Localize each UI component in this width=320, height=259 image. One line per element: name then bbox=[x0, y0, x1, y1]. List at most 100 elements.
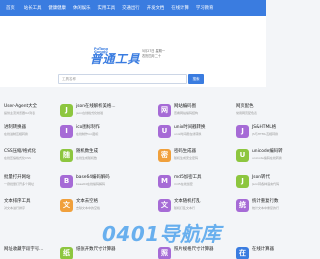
tool-title: 文本去空格 bbox=[76, 199, 98, 204]
nav-item[interactable]: 休闲娱乐 bbox=[73, 5, 91, 11]
tool-title: JS&HTML格 bbox=[252, 125, 277, 130]
tool-card[interactable]: 随随机数生成 在线生成随机数 bbox=[60, 148, 120, 170]
tool-card[interactable]: 进制转换器在线进制互相转换 bbox=[4, 124, 64, 146]
tool-title: 统计重复行数 bbox=[252, 199, 279, 204]
tool-desc: unix时间戳在线转换 bbox=[174, 132, 202, 136]
tool-card[interactable]: Iico图标制作 在线制作ico图标 bbox=[60, 124, 120, 146]
tool-card[interactable]: 网网站编码图查看网站编码结构 bbox=[158, 103, 218, 125]
tool-card[interactable]: User-Agent大全 提供主流浏览器UA列表 bbox=[4, 103, 64, 125]
tool-title: json在线解析美格... bbox=[76, 104, 116, 109]
tool-desc: 一键批量打开多个网址 bbox=[4, 182, 35, 186]
tool-card[interactable]: Bbase64编码解码 base64在线编码解码 bbox=[60, 174, 120, 196]
nav-item[interactable]: 实用工具 bbox=[98, 5, 116, 11]
tool-icon: 纸 bbox=[60, 247, 73, 259]
hero: PuTong GongJu 普通工具 5月27日 星期一 农历四月二十 工具名称 … bbox=[0, 16, 266, 87]
nav-item[interactable]: 在线计算 bbox=[171, 5, 189, 11]
tool-desc: 在线压缩格式化CSS bbox=[4, 156, 31, 160]
search-bar: 工具名称 搜索 bbox=[58, 74, 204, 84]
site-logo[interactable]: PuTong GongJu 普通工具 bbox=[90, 47, 141, 66]
tool-card[interactable]: Mmd5加密工具 md5在线加密 bbox=[158, 174, 218, 196]
tool-icon: M bbox=[158, 175, 171, 188]
tool-title: ico图标制作 bbox=[76, 125, 100, 130]
tool-icon: 随 bbox=[60, 149, 73, 162]
nav-item[interactable]: 交通出行 bbox=[122, 5, 140, 11]
tool-desc: md5在线加密 bbox=[174, 182, 193, 186]
search-input[interactable]: 工具名称 bbox=[58, 74, 187, 84]
tool-title: 网址收藏字段字号... bbox=[4, 247, 44, 252]
tool-desc: JS与HTML互相转换 bbox=[252, 132, 279, 136]
tool-card[interactable]: 在在线计算器 bbox=[236, 246, 296, 259]
tool-desc: json在线格式化校验 bbox=[76, 111, 104, 115]
tool-title: 照片规格尺寸计算器 bbox=[174, 247, 214, 252]
tool-card[interactable]: 文本排序工具 对文本进行排序 bbox=[4, 198, 64, 220]
tool-title: 在线计算器 bbox=[252, 247, 274, 252]
tool-card[interactable]: 密密码生成器 随机生成安全密码 bbox=[158, 148, 218, 170]
tool-title: unix时间戳转换 bbox=[174, 125, 206, 130]
tool-desc: base64在线编码解码 bbox=[76, 182, 105, 186]
nav-item[interactable]: 学习教育 bbox=[196, 5, 214, 11]
tool-card[interactable]: Jjson在线解析美格... json在线格式化校验 bbox=[60, 103, 120, 125]
tool-title: 网站编码图 bbox=[174, 104, 196, 109]
top-nav: 首页 站长工具 健康健康 休闲娱乐 实用工具 交通出行 开发文档 在线计算 学习教育 bbox=[0, 0, 266, 16]
logo-chinese: 普通工具 bbox=[90, 52, 141, 66]
tool-title: 文本排序工具 bbox=[4, 199, 31, 204]
date-lunar: 农历四月二十 bbox=[142, 53, 162, 58]
tool-card[interactable]: CSS压缩/格式化 在线压缩格式化CSS bbox=[4, 148, 64, 170]
tool-title: unicode编码转 bbox=[252, 149, 283, 154]
tool-desc: 在线生成随机数 bbox=[76, 156, 98, 160]
tool-card[interactable]: Uunicode编码转 unicode编码在线转换 bbox=[236, 148, 296, 170]
nav-item[interactable]: 健康健康 bbox=[48, 5, 66, 11]
tool-title: 文本随机打乱 bbox=[174, 199, 201, 204]
tool-card[interactable]: J JS&HTML格 JS与HTML互相转换 bbox=[236, 124, 296, 146]
tool-card[interactable]: Uunix时间戳转换 unix时间戳在线转换 bbox=[158, 124, 218, 146]
tool-card[interactable]: 统统计重复行数 统计文本中重复的行 bbox=[236, 198, 296, 220]
tool-icon: J bbox=[60, 104, 73, 117]
date-block: 5月27日 星期一 农历四月二十 bbox=[142, 49, 165, 58]
tool-title: 网页配色 bbox=[236, 104, 254, 109]
tool-card[interactable]: J Json转代 Json转各种语言代码 bbox=[236, 174, 296, 196]
tool-title: CSS压缩/格式化 bbox=[4, 149, 37, 154]
tool-title: 批量打开网站 bbox=[4, 175, 31, 180]
tool-card[interactable]: 照照片规格尺寸计算器 bbox=[158, 246, 218, 259]
tool-desc: 随机打乱文本行 bbox=[174, 206, 196, 210]
tool-icon: 文 bbox=[60, 199, 73, 212]
tool-desc: 在线进制互相转换 bbox=[4, 132, 29, 136]
tool-desc: 统计文本中重复的行 bbox=[252, 206, 280, 210]
tool-icon: 网 bbox=[158, 104, 171, 117]
tool-icon: U bbox=[158, 125, 171, 138]
search-button[interactable]: 搜索 bbox=[188, 74, 204, 84]
tool-card[interactable]: 网页配色常用网页配色表 bbox=[236, 103, 296, 125]
tool-desc: 去除文本中的空格 bbox=[76, 206, 101, 210]
tool-icon: B bbox=[60, 175, 73, 188]
nav-item[interactable]: 站长工具 bbox=[24, 5, 42, 11]
date-gregorian: 5月27日 星期一 bbox=[142, 49, 166, 53]
tool-desc: 随机生成安全密码 bbox=[174, 156, 199, 160]
tool-card[interactable]: 文文本随机打乱 随机打乱文本行 bbox=[158, 198, 218, 220]
tool-icon: 文 bbox=[158, 199, 171, 212]
tool-icon: J bbox=[236, 125, 249, 138]
tool-icon: 密 bbox=[158, 149, 171, 162]
nav-item[interactable]: 开发文档 bbox=[147, 5, 165, 11]
tool-title: 进制转换器 bbox=[4, 125, 26, 130]
tool-icon: U bbox=[236, 149, 249, 162]
tool-title: 纸张开数尺寸计算器 bbox=[76, 247, 116, 252]
tool-desc: unicode编码在线转换 bbox=[252, 156, 282, 160]
tool-icon: 在 bbox=[236, 247, 249, 259]
tool-desc: 对文本进行排序 bbox=[4, 206, 26, 210]
tool-title: md5加密工具 bbox=[174, 175, 202, 180]
watermark: 0401导航库 bbox=[102, 222, 222, 246]
tool-card[interactable]: 文文本去空格去除文本中的空格 bbox=[60, 198, 120, 220]
tool-title: User-Agent大全 bbox=[4, 104, 37, 109]
tool-desc: 在线制作ico图标 bbox=[76, 132, 99, 136]
tool-desc: 常用网页配色表 bbox=[236, 111, 258, 115]
tool-desc: 查看网站编码结构 bbox=[174, 111, 199, 115]
tool-title: base64编码解码 bbox=[76, 175, 110, 180]
nav-item[interactable]: 首页 bbox=[6, 5, 15, 11]
tool-desc: 提供主流浏览器UA列表 bbox=[4, 111, 36, 115]
tool-card[interactable]: 批量打开网站 一键批量打开多个网址 bbox=[4, 174, 64, 196]
tool-card[interactable]: 网址收藏字段字号... bbox=[4, 246, 64, 259]
tool-card[interactable]: 纸纸张开数尺寸计算器 bbox=[60, 246, 120, 259]
tool-icon: I bbox=[60, 125, 73, 138]
tool-icon: 统 bbox=[236, 199, 249, 212]
tool-icon: J bbox=[236, 175, 249, 188]
